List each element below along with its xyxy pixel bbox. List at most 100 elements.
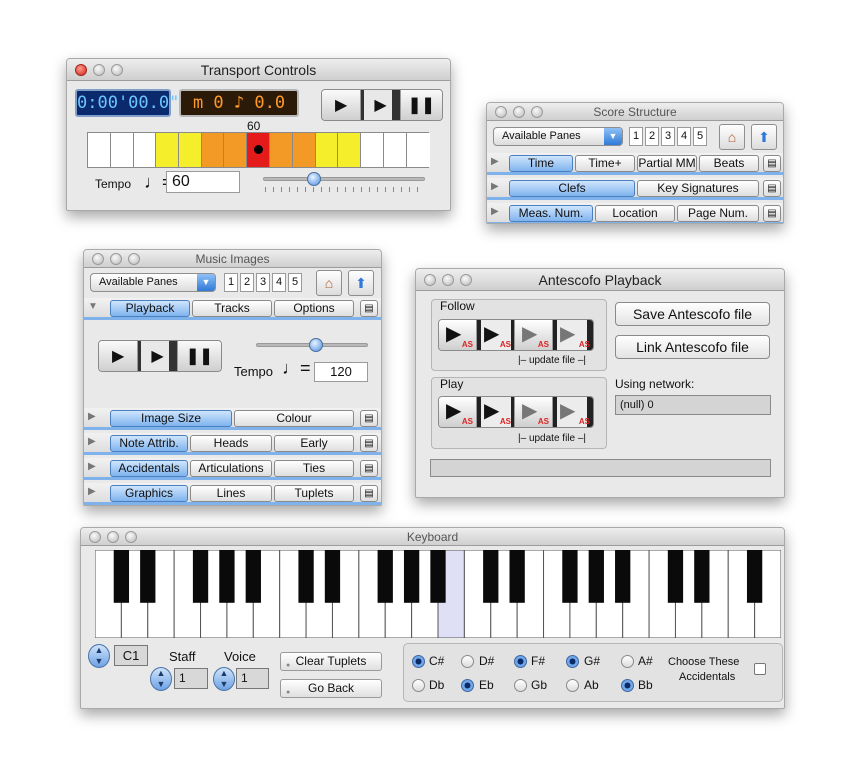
tab-location[interactable]: Location: [595, 205, 675, 222]
tab-options[interactable]: Options: [274, 300, 354, 317]
home-icon[interactable]: ⌂: [316, 270, 342, 296]
black-key[interactable]: [403, 550, 420, 603]
play-icon[interactable]: ▶: [99, 341, 139, 371]
black-key[interactable]: [113, 550, 130, 603]
disclosure-triangle-icon[interactable]: ▶: [88, 411, 96, 422]
available-panes-select[interactable]: Available Panes ▼: [493, 127, 623, 146]
tab-graphics[interactable]: Graphics: [110, 485, 188, 502]
radio-a-sharp[interactable]: [621, 655, 634, 668]
pause-icon[interactable]: ❚❚: [177, 341, 221, 371]
tab-note-attrib[interactable]: Note Attrib.: [110, 435, 188, 452]
disclosure-triangle-icon[interactable]: ▶: [491, 156, 499, 167]
pane-menu-icon[interactable]: ▤: [360, 300, 378, 317]
pane-number-3[interactable]: 3: [661, 127, 675, 146]
pane-number-4[interactable]: 4: [677, 127, 691, 146]
pane-number-3[interactable]: 3: [256, 273, 270, 292]
home-icon[interactable]: ⌂: [719, 124, 745, 150]
radio-f-sharp[interactable]: [514, 655, 527, 668]
tempo-slider[interactable]: [256, 338, 368, 352]
tab-time-plus[interactable]: Time+: [575, 155, 635, 172]
tab-colour[interactable]: Colour: [234, 410, 354, 427]
black-key[interactable]: [509, 550, 525, 603]
titlebar[interactable]: Score Structure: [487, 103, 783, 121]
tempo-field[interactable]: 120: [314, 362, 368, 382]
titlebar[interactable]: Music Images: [84, 250, 381, 268]
tab-tracks[interactable]: Tracks: [192, 300, 272, 317]
black-key[interactable]: [298, 550, 314, 603]
film-play-icon[interactable]: ▶: [138, 341, 178, 371]
pane-number-2[interactable]: 2: [240, 273, 254, 292]
go-back-button[interactable]: ● Go Back: [280, 679, 382, 698]
play-icon[interactable]: ▶: [322, 90, 362, 120]
tempo-strip[interactable]: [87, 132, 430, 168]
pane-number-4[interactable]: 4: [272, 273, 286, 292]
tempo-slider[interactable]: [263, 172, 425, 186]
staff-stepper[interactable]: ▲ ▼: [150, 667, 172, 691]
black-key[interactable]: [377, 550, 393, 603]
pane-menu-icon[interactable]: ▤: [763, 180, 781, 197]
tab-time[interactable]: Time: [509, 155, 573, 172]
tab-beats[interactable]: Beats: [699, 155, 759, 172]
disclosure-triangle-icon[interactable]: ▶: [88, 461, 96, 472]
slider-knob[interactable]: [307, 172, 321, 186]
tab-page-num[interactable]: Page Num.: [677, 205, 759, 222]
voice-stepper[interactable]: ▲ ▼: [213, 667, 235, 691]
available-panes-select[interactable]: Available Panes ▼: [90, 273, 216, 292]
tab-lines[interactable]: Lines: [190, 485, 272, 502]
play-film-play-icon[interactable]: ▶ AS: [477, 397, 515, 427]
black-key[interactable]: [430, 550, 446, 603]
pause-icon[interactable]: ❚❚: [400, 90, 442, 120]
link-antescofo-file-button[interactable]: Link Antescofo file: [615, 335, 770, 359]
tab-articulations[interactable]: Articulations: [190, 460, 272, 477]
tab-accidentals[interactable]: Accidentals: [110, 460, 188, 477]
arrow-up-icon[interactable]: ⬆: [751, 124, 777, 150]
titlebar[interactable]: Antescofo Playback: [416, 269, 784, 291]
disclosure-triangle-down-icon[interactable]: ▼: [88, 301, 98, 312]
tab-meas-num[interactable]: Meas. Num.: [509, 205, 593, 222]
film-play-icon[interactable]: ▶: [361, 90, 401, 120]
tempo-field[interactable]: 60: [166, 171, 240, 193]
black-key[interactable]: [140, 550, 156, 603]
tab-heads[interactable]: Heads: [190, 435, 272, 452]
radio-d-flat[interactable]: [412, 679, 425, 692]
black-key[interactable]: [245, 550, 261, 603]
pane-menu-icon[interactable]: ▤: [360, 460, 378, 477]
radio-c-sharp[interactable]: [412, 655, 425, 668]
pane-number-1[interactable]: 1: [629, 127, 643, 146]
disclosure-triangle-icon[interactable]: ▶: [88, 486, 96, 497]
pane-menu-icon[interactable]: ▤: [360, 485, 378, 502]
pane-menu-icon[interactable]: ▤: [763, 155, 781, 172]
black-key[interactable]: [192, 550, 209, 603]
tab-playback[interactable]: Playback: [110, 300, 190, 317]
pane-number-5[interactable]: 5: [693, 127, 707, 146]
tab-key-signatures[interactable]: Key Signatures: [637, 180, 759, 197]
follow-step-icon[interactable]: ▶ AS: [515, 320, 553, 350]
black-key[interactable]: [694, 550, 710, 603]
pane-number-1[interactable]: 1: [224, 273, 238, 292]
save-antescofo-file-button[interactable]: Save Antescofo file: [615, 302, 770, 326]
disclosure-triangle-icon[interactable]: ▶: [88, 436, 96, 447]
arrow-up-icon[interactable]: ⬆: [348, 270, 374, 296]
black-key[interactable]: [483, 550, 499, 603]
radio-d-sharp[interactable]: [461, 655, 474, 668]
octave-stepper[interactable]: ▲ ▼: [88, 644, 110, 668]
pane-number-5[interactable]: 5: [288, 273, 302, 292]
black-key[interactable]: [324, 550, 341, 603]
tab-tuplets[interactable]: Tuplets: [274, 485, 354, 502]
radio-e-flat[interactable]: [461, 679, 474, 692]
pane-menu-icon[interactable]: ▤: [360, 435, 378, 452]
tab-clefs[interactable]: Clefs: [509, 180, 635, 197]
radio-g-sharp[interactable]: [566, 655, 579, 668]
play-step-icon[interactable]: ▶ AS: [515, 397, 553, 427]
play-film-step-icon[interactable]: ▶ AS: [553, 397, 593, 427]
pane-menu-icon[interactable]: ▤: [360, 410, 378, 427]
play-play-icon[interactable]: ▶ AS: [439, 397, 477, 427]
black-key[interactable]: [746, 550, 763, 603]
disclosure-triangle-icon[interactable]: ▶: [491, 181, 499, 192]
tab-ties[interactable]: Ties: [274, 460, 354, 477]
disclosure-triangle-icon[interactable]: ▶: [491, 206, 499, 217]
radio-a-flat[interactable]: [566, 679, 579, 692]
pane-number-2[interactable]: 2: [645, 127, 659, 146]
black-key[interactable]: [615, 550, 631, 603]
radio-g-flat[interactable]: [514, 679, 527, 692]
